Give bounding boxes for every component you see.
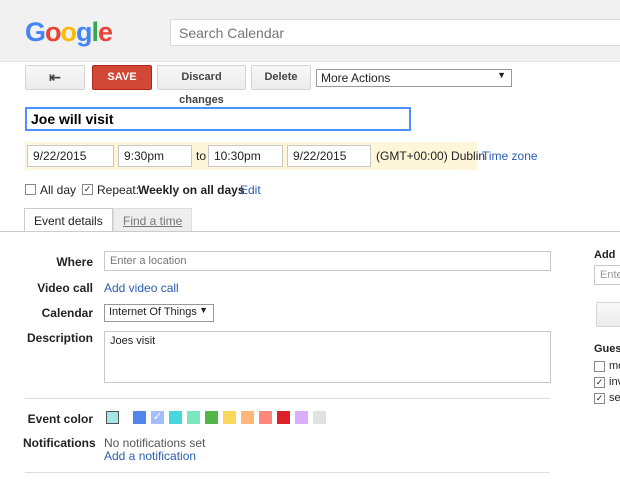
- guest-permission-checkbox[interactable]: ✓: [594, 377, 605, 388]
- to-label: to: [196, 149, 207, 163]
- tab-find-a-time[interactable]: Find a time: [113, 208, 193, 232]
- more-actions-select[interactable]: More Actions ▼: [316, 69, 512, 87]
- guest-permission-label: se: [609, 392, 620, 404]
- tab-divider: [0, 231, 620, 232]
- description-textarea[interactable]: Joes visit: [104, 331, 551, 383]
- start-date-field[interactable]: 9/22/2015: [27, 145, 114, 167]
- event-title-input[interactable]: [25, 107, 411, 131]
- google-logo[interactable]: Google: [25, 17, 113, 48]
- calendar-label: Calendar: [41, 306, 93, 320]
- repeat-checkbox[interactable]: ✓: [82, 184, 93, 195]
- color-swatch[interactable]: [133, 411, 146, 424]
- tab-event-details[interactable]: Event details: [24, 208, 113, 232]
- color-swatch[interactable]: [241, 411, 254, 424]
- start-time-field[interactable]: 9:30pm: [118, 145, 192, 167]
- event-color-label: Event color: [27, 412, 93, 426]
- save-button[interactable]: SAVE: [92, 65, 152, 90]
- color-swatch[interactable]: ✓: [151, 411, 164, 424]
- search-calendar-input[interactable]: [170, 19, 620, 46]
- color-swatch[interactable]: [277, 411, 290, 424]
- color-swatch[interactable]: [313, 411, 326, 424]
- all-day-checkbox[interactable]: [25, 184, 36, 195]
- add-guests-label: Add: [594, 249, 616, 261]
- calendar-value: Internet Of Things: [109, 306, 197, 318]
- add-guest-input[interactable]: Ente: [594, 265, 620, 285]
- repeat-value: Weekly on all days: [138, 183, 245, 197]
- color-swatch[interactable]: [259, 411, 272, 424]
- top-bar: Google: [0, 0, 620, 62]
- guest-permission-checkbox[interactable]: ✓: [594, 393, 605, 404]
- color-swatch[interactable]: [223, 411, 236, 424]
- repeat-label: Repeat:: [97, 183, 140, 197]
- color-swatch[interactable]: [205, 411, 218, 424]
- delete-button[interactable]: Delete: [251, 65, 311, 90]
- all-day-label: All day: [40, 183, 77, 197]
- back-button[interactable]: ⇤: [25, 65, 85, 90]
- discard-changes-button[interactable]: Discard changes: [157, 65, 246, 106]
- color-swatch[interactable]: [106, 411, 119, 424]
- where-label: Where: [56, 255, 93, 269]
- where-input[interactable]: [104, 251, 551, 271]
- color-swatch[interactable]: [169, 411, 182, 424]
- video-call-label: Video call: [37, 281, 93, 295]
- guest-permission-label: mo: [609, 360, 620, 372]
- notifications-label: Notifications: [23, 436, 96, 450]
- guest-permission-checkbox[interactable]: [594, 361, 605, 372]
- description-label: Description: [26, 331, 93, 345]
- guest-permission-label: inv: [609, 376, 620, 388]
- color-swatch[interactable]: [187, 411, 200, 424]
- back-arrow-icon: ⇤: [49, 69, 61, 85]
- notifications-value: No notifications set: [104, 436, 206, 450]
- color-swatch[interactable]: [295, 411, 308, 424]
- end-time-field[interactable]: 10:30pm: [208, 145, 283, 167]
- end-date-field[interactable]: 9/22/2015: [287, 145, 371, 167]
- add-video-call-link[interactable]: Add video call: [104, 281, 179, 295]
- timezone-label: (GMT+00:00) Dublin: [376, 149, 486, 163]
- repeat-edit-link[interactable]: Edit: [240, 183, 261, 197]
- add-notification-link[interactable]: Add a notification: [104, 449, 196, 463]
- dropdown-arrow-icon: ▼: [199, 305, 208, 315]
- divider: [25, 472, 550, 473]
- divider: [25, 398, 550, 399]
- more-actions-label: More Actions: [321, 71, 391, 85]
- add-guest-button[interactable]: [596, 302, 620, 327]
- dropdown-arrow-icon: ▼: [497, 70, 506, 80]
- guests-label: Gues: [594, 343, 620, 355]
- calendar-select[interactable]: Internet Of Things ▼: [104, 304, 214, 322]
- timezone-link[interactable]: Time zone: [482, 149, 538, 163]
